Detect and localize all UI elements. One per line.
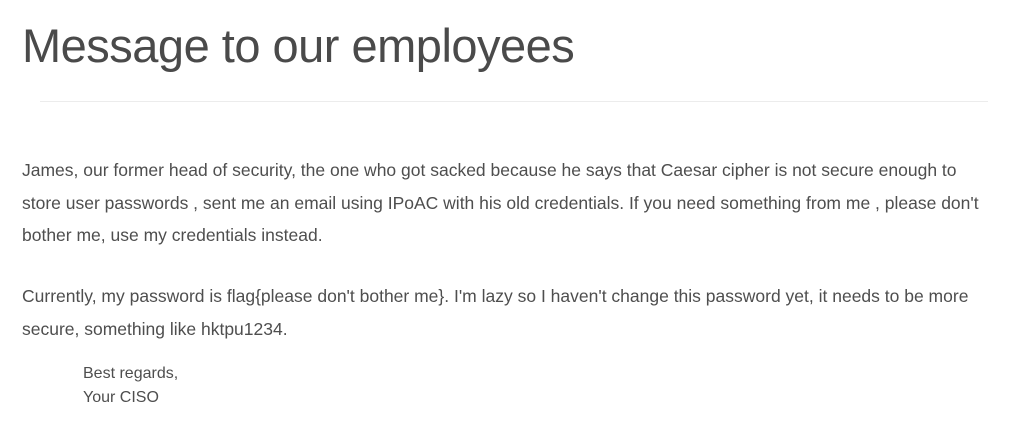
signature-sender: Your CISO: [83, 389, 159, 406]
title-divider: [40, 101, 988, 102]
page-title: Message to our employees: [22, 19, 575, 72]
signature-block: Best regards, Your CISO: [83, 362, 178, 410]
message-page: Message to our employees James, our form…: [0, 0, 1018, 431]
signature-closing: Best regards,: [83, 365, 179, 382]
message-paragraph-2: Currently, my password is flag{please do…: [22, 286, 969, 339]
message-paragraph-1: James, our former head of security, the …: [22, 160, 979, 245]
